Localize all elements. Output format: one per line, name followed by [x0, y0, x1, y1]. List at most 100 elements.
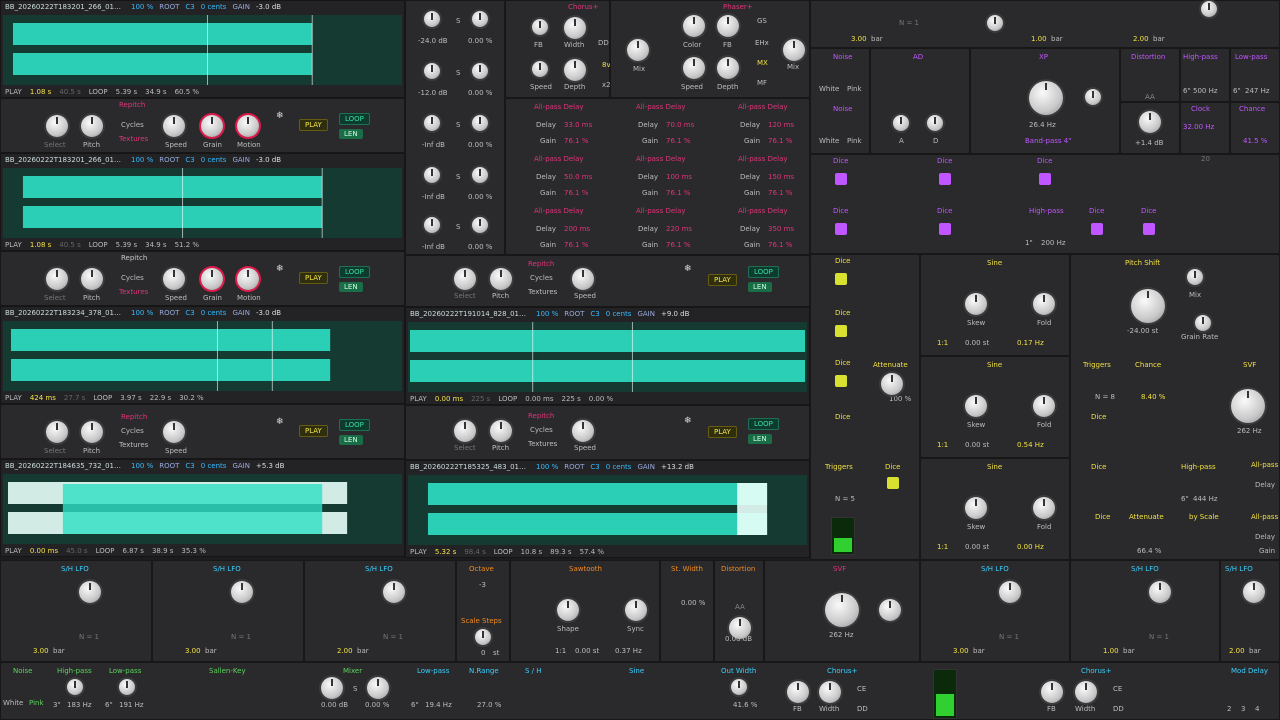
hp-freq-knob[interactable] [67, 679, 83, 695]
send-knob[interactable] [472, 217, 488, 233]
skew-knob[interactable] [965, 395, 987, 417]
color-knob[interactable] [683, 15, 705, 37]
dice-icon[interactable] [835, 273, 847, 285]
level-knob[interactable] [424, 11, 440, 27]
svf-freq-knob[interactable] [825, 593, 859, 627]
ps-mix-knob[interactable] [1187, 269, 1203, 285]
select-knob[interactable] [46, 268, 68, 290]
fb-knob[interactable] [717, 15, 739, 37]
svf-res-knob[interactable] [879, 599, 901, 621]
select-knob[interactable] [454, 420, 476, 442]
dice-icon[interactable] [835, 375, 847, 387]
fb-knob[interactable] [532, 19, 548, 35]
play-button[interactable]: PLAY [299, 119, 328, 131]
out-width-knob[interactable] [731, 679, 747, 695]
lfo-rate-knob[interactable] [999, 581, 1021, 603]
motion-knob[interactable] [237, 268, 259, 290]
select-knob[interactable] [454, 268, 476, 290]
dice-icon[interactable] [1143, 223, 1155, 235]
pitch-knob[interactable] [81, 421, 103, 443]
decay-knob[interactable] [927, 115, 943, 131]
grain-rate-knob[interactable] [1195, 315, 1211, 331]
fold-knob[interactable] [1033, 293, 1055, 315]
len-button[interactable]: LEN [339, 435, 363, 445]
select-knob[interactable] [46, 115, 68, 137]
loop-button[interactable]: LOOP [748, 266, 779, 278]
dice-icon[interactable] [887, 477, 899, 489]
lfo-rate-knob[interactable] [231, 581, 253, 603]
loop-button[interactable]: LOOP [339, 266, 370, 278]
dice-icon[interactable] [835, 325, 847, 337]
svf-freq-knob[interactable] [1231, 389, 1265, 423]
dice-icon[interactable] [939, 173, 951, 185]
distortion-drive-knob[interactable] [1139, 111, 1161, 133]
waveform-display[interactable] [3, 15, 402, 85]
sampler-panel-3[interactable]: BB_20260222T183234_378_0100_110BPM.wav 10… [0, 306, 405, 404]
send-knob[interactable] [472, 115, 488, 131]
freeze-icon[interactable]: ❄ [276, 417, 284, 427]
waveform-display[interactable] [3, 168, 402, 238]
sampler-panel-2[interactable]: BB_20260222T183201_266_0100_110BPM.wav 10… [0, 153, 405, 251]
dice-icon[interactable] [1091, 223, 1103, 235]
sync-knob[interactable] [625, 599, 647, 621]
grain-knob[interactable] [201, 115, 223, 137]
send-knob[interactable] [472, 167, 488, 183]
waveform-display[interactable] [408, 475, 807, 545]
len-button[interactable]: LEN [339, 129, 363, 139]
speed-knob[interactable] [163, 421, 185, 443]
xp-freq-knob[interactable] [1029, 81, 1063, 115]
chorus-fb-knob[interactable] [787, 681, 809, 703]
pitch-knob[interactable] [490, 268, 512, 290]
select-knob[interactable] [46, 421, 68, 443]
speed-knob[interactable] [163, 268, 185, 290]
chorus2-width-knob[interactable] [1075, 681, 1097, 703]
level-knob[interactable] [424, 217, 440, 233]
mixer-send-knob[interactable] [367, 677, 389, 699]
send-knob[interactable] [472, 11, 488, 27]
sampler-panel-5[interactable]: BB_20260222T191014_828_0100_110BPM.wav 10… [405, 307, 810, 405]
mixer-level-knob[interactable] [321, 677, 343, 699]
width-knob[interactable] [564, 17, 586, 39]
attenuate-knob[interactable] [881, 373, 903, 395]
speed-knob[interactable] [572, 420, 594, 442]
phaser-mix-knob[interactable] [783, 39, 805, 61]
motion-knob[interactable] [237, 115, 259, 137]
chorus-width-knob[interactable] [819, 681, 841, 703]
pitch-knob[interactable] [81, 268, 103, 290]
play-button[interactable]: PLAY [708, 274, 737, 286]
len-button[interactable]: LEN [748, 282, 772, 292]
fold-knob[interactable] [1033, 497, 1055, 519]
loop-button[interactable]: LOOP [339, 113, 370, 125]
level-knob[interactable] [424, 63, 440, 79]
dice-icon[interactable] [835, 173, 847, 185]
chorus-mix-knob[interactable] [627, 39, 649, 61]
depth-knob[interactable] [564, 59, 586, 81]
skew-knob[interactable] [965, 293, 987, 315]
waveform-display[interactable] [3, 321, 402, 391]
waveform-display[interactable] [408, 322, 807, 392]
speed-knob[interactable] [163, 115, 185, 137]
pitch-knob[interactable] [490, 420, 512, 442]
freeze-icon[interactable]: ❄ [276, 264, 284, 274]
shape-knob[interactable] [557, 599, 579, 621]
loop-button[interactable]: LOOP [748, 418, 779, 430]
freeze-icon[interactable]: ❄ [684, 264, 692, 274]
dice-icon[interactable] [835, 223, 847, 235]
lfo-rate-knob[interactable] [383, 581, 405, 603]
loop-button[interactable]: LOOP [339, 419, 370, 431]
chorus2-fb-knob[interactable] [1041, 681, 1063, 703]
xp-res-knob[interactable] [1085, 89, 1101, 105]
scale-steps-knob[interactable] [475, 629, 491, 645]
skew-knob[interactable] [965, 497, 987, 519]
speed-knob[interactable] [572, 268, 594, 290]
level-knob[interactable] [424, 167, 440, 183]
dice-icon[interactable] [1039, 173, 1051, 185]
sampler-panel-1[interactable]: BB_20260222T183201_266_0100_110BPM.wav 10… [0, 0, 405, 98]
len-button[interactable]: LEN [339, 282, 363, 292]
lfo-rate-knob[interactable] [1243, 581, 1265, 603]
fold-knob[interactable] [1033, 395, 1055, 417]
attack-knob[interactable] [893, 115, 909, 131]
dice-icon[interactable] [939, 223, 951, 235]
len-button[interactable]: LEN [748, 434, 772, 444]
freeze-icon[interactable]: ❄ [276, 111, 284, 121]
